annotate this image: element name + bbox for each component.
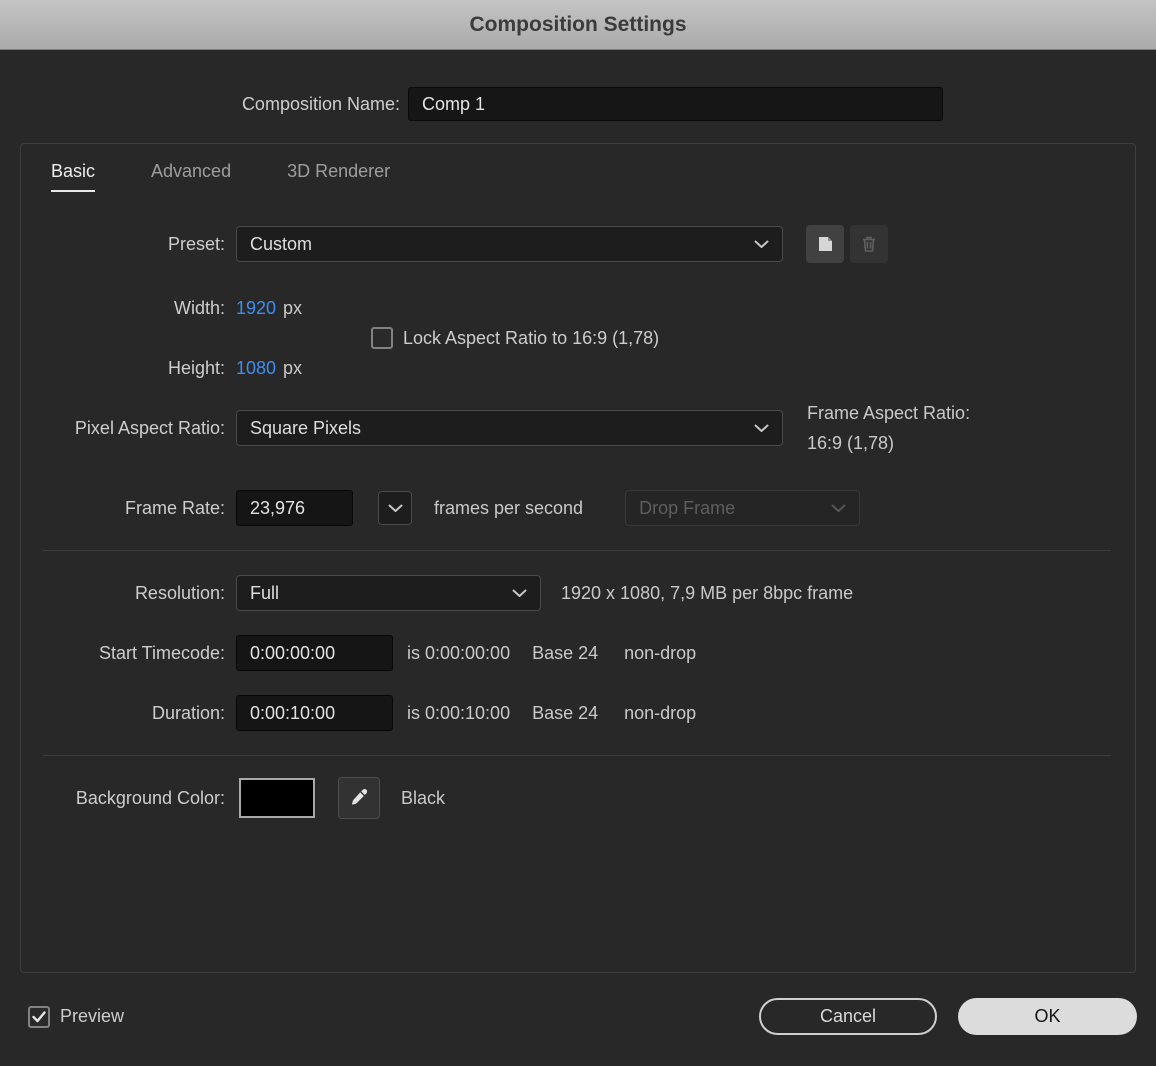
resolution-row: Resolution: Full 1920 x 1080, 7,9 MB per…: [21, 563, 1135, 623]
preset-dropdown[interactable]: Custom: [236, 226, 783, 262]
start-timecode-input[interactable]: [236, 635, 393, 671]
height-label: Height:: [21, 358, 225, 379]
eyedropper-icon: [349, 788, 369, 808]
chevron-down-icon: [754, 424, 769, 433]
width-unit: px: [283, 298, 302, 319]
frame-rate-row: Frame Rate: frames per second Drop Frame: [21, 478, 1135, 538]
duration-input[interactable]: [236, 695, 393, 731]
preset-value: Custom: [250, 234, 312, 255]
height-unit: px: [283, 358, 302, 379]
tab-basic[interactable]: Basic: [51, 161, 95, 192]
ok-button[interactable]: OK: [958, 998, 1137, 1035]
composition-name-label: Composition Name:: [0, 94, 400, 115]
tab-advanced[interactable]: Advanced: [151, 161, 231, 190]
save-preset-button[interactable]: [806, 225, 844, 263]
frame-aspect-value: 16:9 (1,78): [807, 428, 970, 458]
background-color-label: Background Color:: [21, 788, 225, 809]
chevron-down-icon: [831, 504, 846, 513]
resolution-label: Resolution:: [21, 583, 225, 604]
pixel-aspect-label: Pixel Aspect Ratio:: [21, 418, 225, 439]
duration-row: Duration: is 0:00:10:00 Base 24 non-drop: [21, 683, 1135, 743]
background-color-swatch[interactable]: [239, 778, 315, 818]
chevron-down-icon: [512, 589, 527, 598]
duration-converted: is 0:00:10:00: [407, 703, 510, 724]
chevron-down-icon: [388, 504, 403, 513]
start-timecode-label: Start Timecode:: [21, 643, 225, 664]
dialog-titlebar: Composition Settings: [0, 0, 1156, 50]
cancel-button[interactable]: Cancel: [759, 998, 937, 1035]
eyedropper-button[interactable]: [338, 777, 380, 819]
width-value[interactable]: 1920: [236, 298, 276, 319]
height-value[interactable]: 1080: [236, 358, 276, 379]
background-color-name: Black: [401, 788, 445, 809]
start-timecode-row: Start Timecode: is 0:00:00:00 Base 24 no…: [21, 623, 1135, 683]
frame-rate-units: frames per second: [434, 498, 583, 519]
tab-bar: Basic Advanced 3D Renderer: [21, 161, 1135, 199]
duration-label: Duration:: [21, 703, 225, 724]
frame-rate-label: Frame Rate:: [21, 498, 225, 519]
resolution-value: Full: [250, 583, 279, 604]
delete-preset-button[interactable]: [850, 225, 888, 263]
divider: [43, 550, 1111, 551]
duration-drop: non-drop: [624, 703, 696, 724]
lock-aspect-label: Lock Aspect Ratio to 16:9 (1,78): [403, 328, 659, 349]
checkmark-icon: [32, 1011, 46, 1023]
lock-aspect-checkbox[interactable]: [371, 327, 393, 349]
start-timecode-drop: non-drop: [624, 643, 696, 664]
composition-name-row: Composition Name:: [0, 87, 1156, 121]
start-timecode-converted: is 0:00:00:00: [407, 643, 510, 664]
chevron-down-icon: [754, 240, 769, 249]
preset-label: Preset:: [21, 234, 225, 255]
dialog-footer: Preview Cancel OK: [0, 998, 1156, 1035]
drop-frame-value: Drop Frame: [639, 498, 735, 519]
composition-name-input[interactable]: [408, 87, 943, 121]
pixel-aspect-value: Square Pixels: [250, 418, 361, 439]
frame-rate-preset-button[interactable]: [378, 491, 412, 525]
trash-icon: [859, 234, 879, 254]
tab-3d-renderer[interactable]: 3D Renderer: [287, 161, 390, 190]
frame-aspect-label: Frame Aspect Ratio:: [807, 398, 970, 428]
start-timecode-base: Base 24: [532, 643, 598, 664]
frame-aspect-ratio: Frame Aspect Ratio: 16:9 (1,78): [807, 398, 970, 458]
new-preset-icon: [815, 234, 835, 254]
frame-rate-input[interactable]: [236, 490, 353, 526]
background-color-row: Background Color: Black: [21, 768, 1135, 828]
resolution-dropdown[interactable]: Full: [236, 575, 541, 611]
pixel-aspect-row: Pixel Aspect Ratio: Square Pixels Frame …: [21, 398, 1135, 458]
preview-wrap: Preview: [28, 1006, 124, 1028]
dimensions-block: Width: 1920 px Height: 1080 px Lock Aspe…: [21, 278, 1135, 398]
resolution-info: 1920 x 1080, 7,9 MB per 8bpc frame: [561, 583, 853, 604]
preset-row: Preset: Custom: [21, 214, 1135, 274]
preview-checkbox[interactable]: [28, 1006, 50, 1028]
dialog-title: Composition Settings: [470, 13, 687, 37]
settings-panel: Basic Advanced 3D Renderer Preset: Custo…: [20, 143, 1136, 973]
divider: [43, 755, 1111, 756]
lock-aspect-wrap: Lock Aspect Ratio to 16:9 (1,78): [371, 327, 659, 349]
drop-frame-dropdown: Drop Frame: [625, 490, 860, 526]
pixel-aspect-dropdown[interactable]: Square Pixels: [236, 410, 783, 446]
width-label: Width:: [21, 298, 225, 319]
duration-base: Base 24: [532, 703, 598, 724]
preview-label: Preview: [60, 1006, 124, 1027]
